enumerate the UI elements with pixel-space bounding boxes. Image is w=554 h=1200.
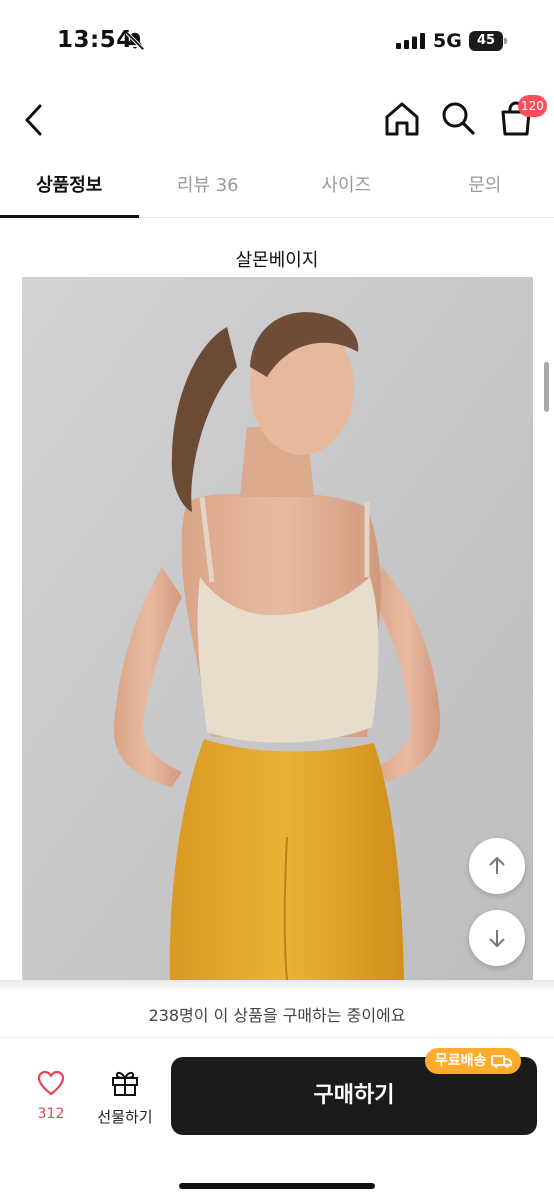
tab-reviews[interactable]: 리뷰 36 xyxy=(139,160,278,217)
bell-slash-icon xyxy=(125,31,145,51)
like-button[interactable]: 312 xyxy=(24,1070,78,1126)
home-indicator[interactable] xyxy=(179,1183,375,1189)
cart-count-badge: 120 xyxy=(518,95,547,117)
status-time: 13:54 xyxy=(57,27,133,53)
gift-button[interactable]: 선물하기 xyxy=(90,1068,160,1126)
tab-inquiry[interactable]: 문의 xyxy=(416,160,554,217)
scroll-up-button[interactable] xyxy=(469,838,525,894)
search-icon[interactable] xyxy=(439,99,477,137)
home-icon[interactable] xyxy=(382,100,422,138)
color-caption: 살몬베이지 xyxy=(235,250,319,271)
gift-label: 선물하기 xyxy=(97,1108,153,1126)
free-shipping-badge: 무료배송 xyxy=(425,1048,521,1074)
delivery-truck-icon xyxy=(490,1055,512,1068)
status-bar: 13:54 5G 45 xyxy=(0,0,554,80)
page-scrollbar[interactable] xyxy=(544,362,549,412)
signal-bars-icon xyxy=(396,33,425,49)
buying-now-notice: 238명이 이 상품을 구매하는 중이에요 xyxy=(148,1006,406,1025)
arrow-up-icon xyxy=(489,857,505,874)
arrow-down-icon xyxy=(489,930,505,947)
top-navigation: 120 xyxy=(0,80,554,160)
product-tabs: 상품정보 리뷰 36 사이즈 문의 xyxy=(0,160,554,218)
tab-size[interactable]: 사이즈 xyxy=(277,160,416,217)
free-shipping-label: 무료배송 xyxy=(435,1053,487,1069)
tab-product-info[interactable]: 상품정보 xyxy=(0,160,139,218)
network-type: 5G xyxy=(433,30,462,52)
like-count: 312 xyxy=(37,1106,65,1122)
heart-icon xyxy=(37,1070,65,1096)
battery-icon: 45 xyxy=(469,31,507,51)
battery-level: 45 xyxy=(469,31,503,51)
gift-icon xyxy=(112,1071,138,1096)
scroll-down-button[interactable] xyxy=(469,910,525,966)
back-chevron-icon[interactable] xyxy=(18,100,50,140)
product-photo xyxy=(22,277,533,980)
